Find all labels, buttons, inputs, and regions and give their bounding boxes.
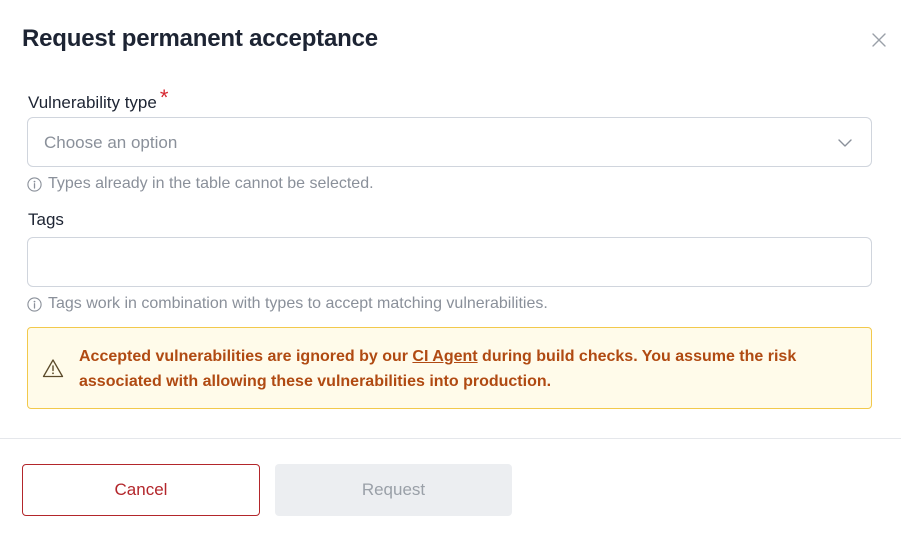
- request-acceptance-dialog: Request permanent acceptance Vulnerabili…: [0, 0, 901, 539]
- chevron-down-icon: [838, 139, 852, 147]
- warning-alert: Accepted vulnerabilities are ignored by …: [27, 327, 872, 409]
- cancel-button[interactable]: Cancel: [22, 464, 260, 516]
- tags-hint: Tags work in combination with types to a…: [27, 295, 548, 313]
- info-icon: [27, 296, 42, 312]
- tags-input[interactable]: [27, 237, 872, 287]
- warning-message: Accepted vulnerabilities are ignored by …: [79, 344, 849, 394]
- info-icon: [27, 176, 42, 192]
- warning-text-before: Accepted vulnerabilities are ignored by …: [79, 348, 413, 365]
- warning-triangle-icon: [42, 359, 64, 378]
- vulnerability-type-hint-text: Types already in the table cannot be sel…: [48, 175, 374, 192]
- close-icon: [872, 33, 886, 47]
- close-button[interactable]: [866, 27, 892, 53]
- footer-divider: [0, 438, 901, 439]
- dialog-title: Request permanent acceptance: [22, 25, 378, 52]
- vulnerability-type-label-text: Vulnerability type: [28, 93, 157, 112]
- required-marker: *: [159, 85, 169, 110]
- tags-label: Tags: [28, 210, 64, 229]
- vulnerability-type-hint: Types already in the table cannot be sel…: [27, 175, 374, 193]
- ci-agent-link[interactable]: CI Agent: [412, 348, 477, 365]
- tags-hint-text: Tags work in combination with types to a…: [48, 295, 548, 312]
- vulnerability-type-select[interactable]: Choose an option: [27, 117, 872, 167]
- vulnerability-type-label: Vulnerability type *: [28, 85, 169, 114]
- vulnerability-type-placeholder: Choose an option: [44, 133, 178, 152]
- request-button[interactable]: Request: [275, 464, 512, 516]
